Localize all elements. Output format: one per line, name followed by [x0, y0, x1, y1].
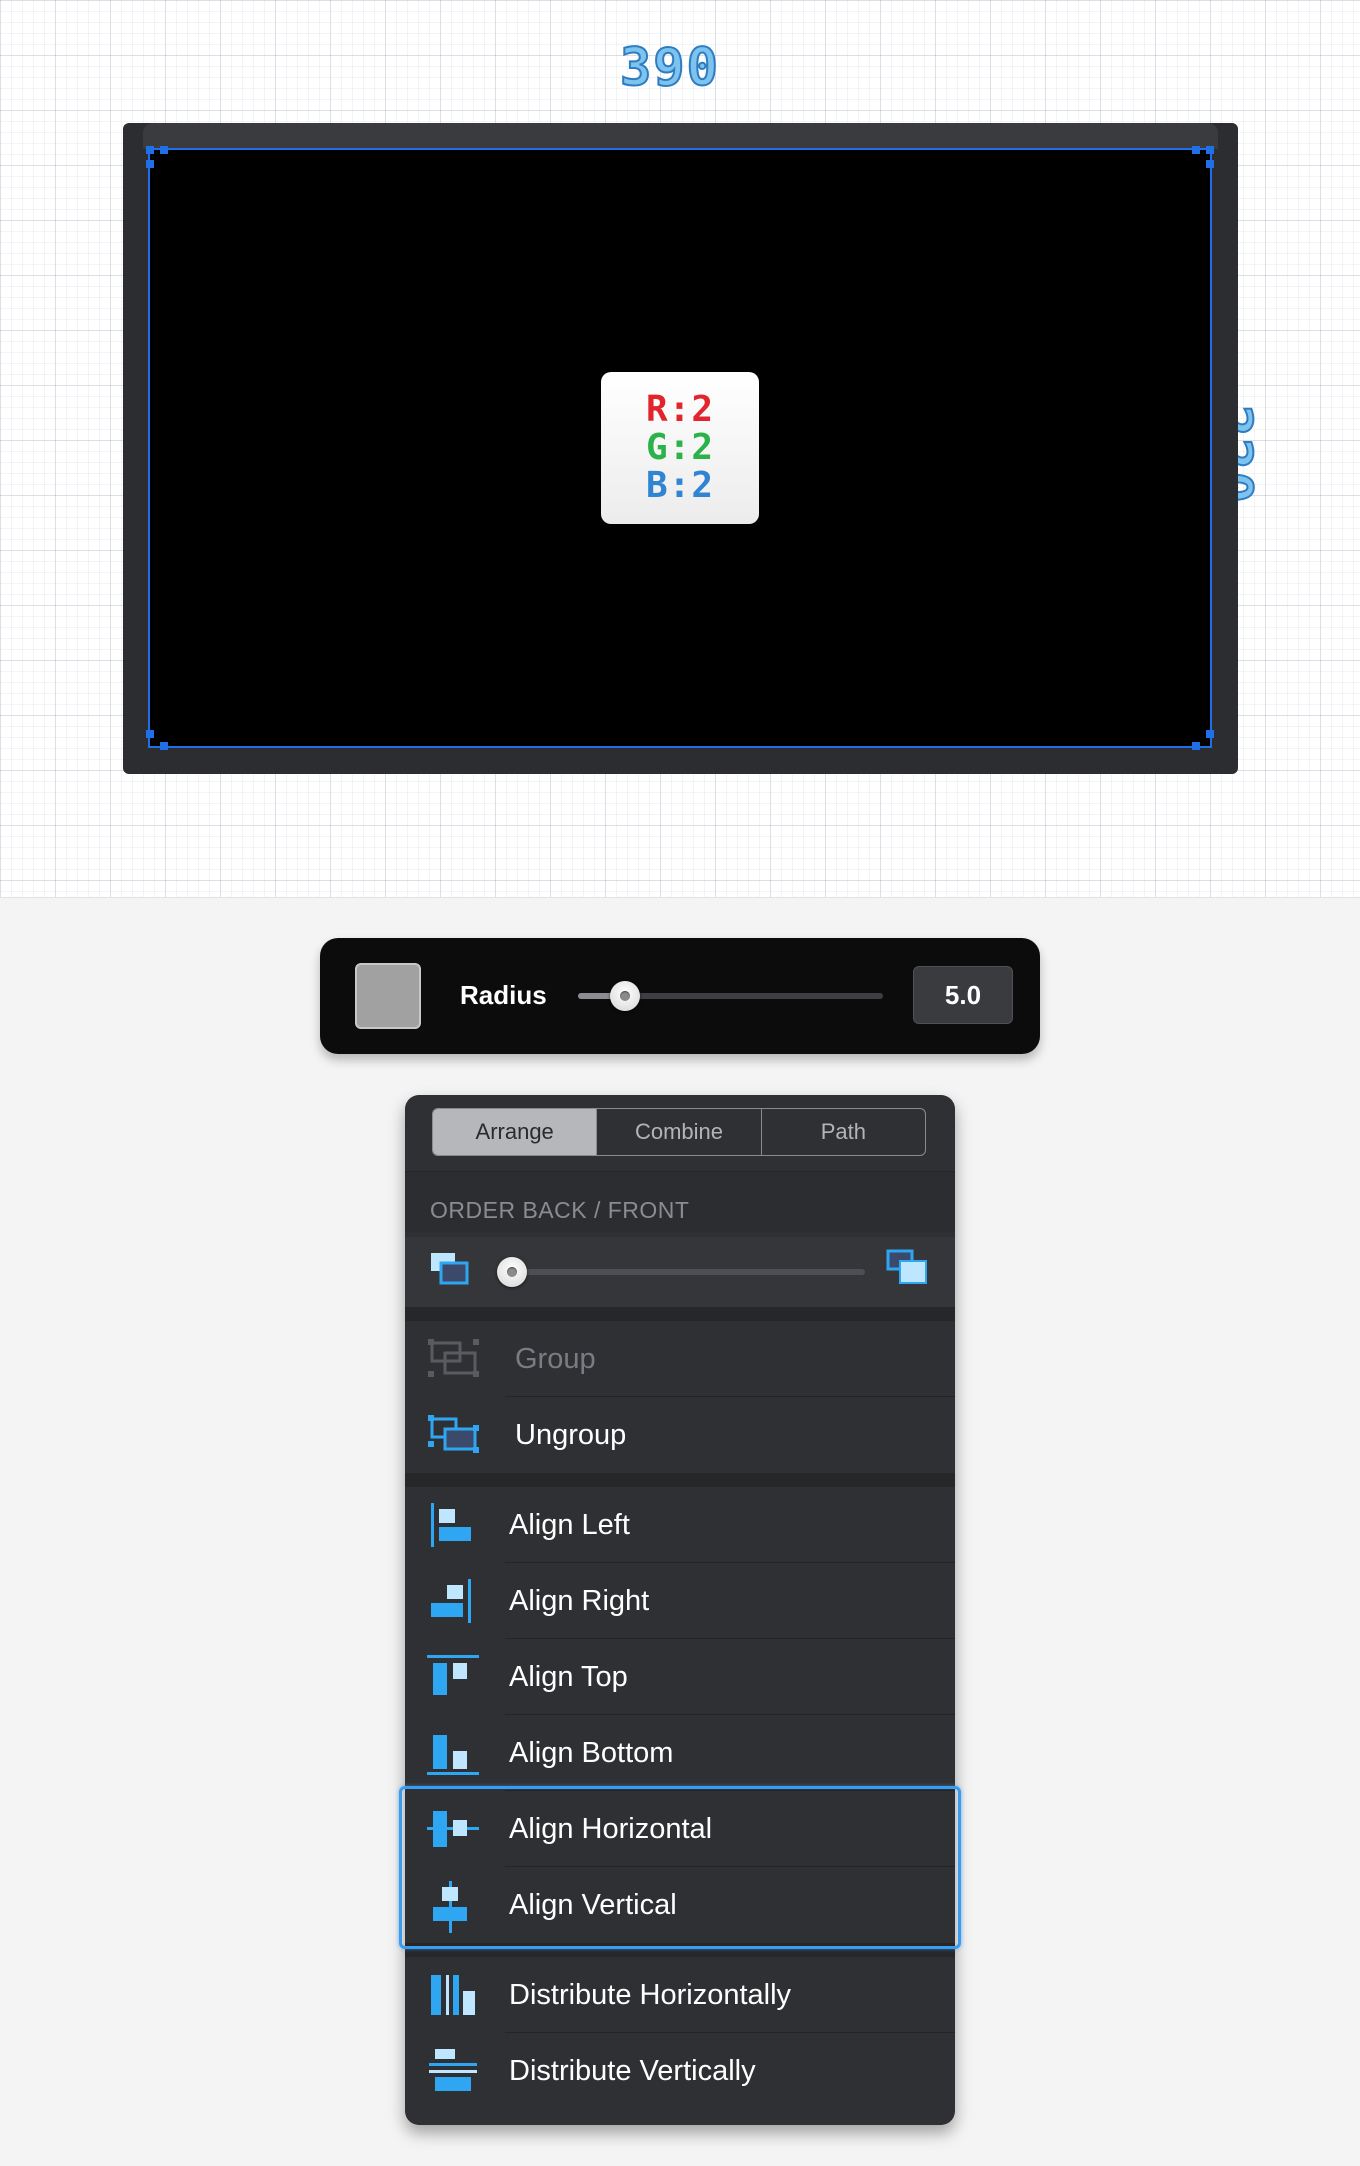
- send-backward-icon[interactable]: [429, 1251, 471, 1291]
- device-frame-top-edge: [143, 123, 1218, 149]
- selection-handle-right-top[interactable]: [1206, 160, 1214, 168]
- order-row: [405, 1237, 955, 1307]
- distribute-vertically-icon: [429, 2049, 477, 2091]
- radius-label: Radius: [460, 980, 547, 1010]
- align-left-row[interactable]: Align Left: [405, 1487, 955, 1563]
- distribute-vertically-label: Distribute Vertically: [509, 2055, 756, 2087]
- align-right-label: Align Right: [509, 1585, 650, 1617]
- order-slider[interactable]: [497, 1257, 865, 1287]
- selection-handle-bottom-right-inner[interactable]: [1192, 742, 1200, 750]
- align-left-label: Align Left: [509, 1509, 630, 1541]
- group-row[interactable]: Group: [405, 1321, 955, 1397]
- selection-handle-left-top[interactable]: [146, 160, 154, 168]
- section-title: ORDER BACK / FRONT: [430, 1197, 690, 1223]
- ungroup-icon: [428, 1415, 479, 1453]
- arrange-panel: Arrange Combine Path ORDER BACK / FRONT …: [405, 1095, 955, 2125]
- width-dimension-label: 390: [619, 37, 720, 99]
- corner-swatch[interactable]: [355, 963, 421, 1029]
- align-right-row[interactable]: Align Right: [405, 1563, 955, 1639]
- align-top-label: Align Top: [509, 1661, 628, 1693]
- panel-tabs: Arrange Combine Path: [432, 1108, 926, 1156]
- distribute-horizontally-icon: [431, 1975, 475, 2015]
- tab-combine[interactable]: Combine: [597, 1109, 762, 1155]
- distribute-vertically-row[interactable]: Distribute Vertically: [405, 2033, 955, 2109]
- tab-arrange[interactable]: Arrange: [433, 1109, 598, 1155]
- align-bottom-icon: [427, 1735, 479, 1775]
- order-slider-knob[interactable]: [497, 1257, 527, 1287]
- color-readout-badge: R:2 G:2 B:2: [601, 372, 759, 524]
- selection-handle-top-right[interactable]: [1206, 146, 1214, 154]
- selection-handle-bottom-left[interactable]: [146, 730, 154, 738]
- green-value: G:2: [645, 427, 715, 468]
- selection-handle-bottom-left-inner[interactable]: [160, 742, 168, 750]
- align-top-row[interactable]: Align Top: [405, 1639, 955, 1715]
- align-top-icon: [427, 1655, 479, 1695]
- section-divider: [405, 1307, 955, 1321]
- blue-value: B:2: [645, 465, 715, 506]
- group-label: Group: [515, 1343, 596, 1375]
- artboard-canvas: 390 220 R:2 G:2 B:2: [0, 0, 1360, 898]
- align-highlight-box: [399, 1786, 961, 1949]
- bring-forward-icon[interactable]: [886, 1249, 928, 1289]
- radius-toolbar: Radius 5.0: [320, 938, 1040, 1054]
- ungroup-label: Ungroup: [515, 1419, 627, 1451]
- align-bottom-label: Align Bottom: [509, 1737, 674, 1769]
- align-right-icon: [431, 1579, 471, 1623]
- align-bottom-row[interactable]: Align Bottom: [405, 1715, 955, 1791]
- selection-handle-top-right-inner[interactable]: [1192, 146, 1200, 154]
- group-icon: [428, 1339, 479, 1377]
- tab-path[interactable]: Path: [762, 1109, 925, 1155]
- selection-handle-bottom-right[interactable]: [1206, 730, 1214, 738]
- red-value: R:2: [645, 389, 715, 430]
- distribute-horizontally-label: Distribute Horizontally: [509, 1979, 792, 2011]
- radius-slider-knob[interactable]: [610, 981, 641, 1011]
- ungroup-row[interactable]: Ungroup: [405, 1397, 955, 1473]
- radius-slider[interactable]: [578, 981, 883, 1011]
- distribute-horizontally-row[interactable]: Distribute Horizontally: [405, 1957, 955, 2033]
- align-left-icon: [431, 1503, 471, 1547]
- selection-handle-top-left-inner[interactable]: [160, 146, 168, 154]
- section-divider: [405, 1473, 955, 1487]
- selection-handle-top-left[interactable]: [146, 146, 154, 154]
- radius-value-field[interactable]: 5.0: [913, 966, 1013, 1024]
